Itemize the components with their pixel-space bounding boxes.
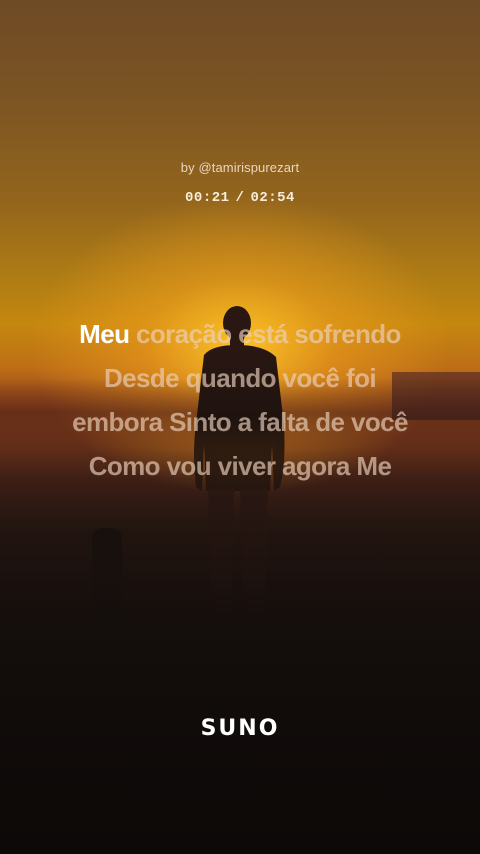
creator-credit[interactable]: by @tamirispurezart bbox=[0, 160, 480, 175]
lyric-line-1: Meu coração está sofrendo bbox=[0, 312, 480, 356]
lyrics-block: Meu coração está sofrendo Desde quando v… bbox=[0, 312, 480, 488]
time-separator: / bbox=[235, 190, 245, 206]
lyric-line-2: Desde quando você foi bbox=[103, 363, 377, 393]
lyric-line-3: embora Sinto a falta de você bbox=[72, 407, 408, 437]
playback-time: 00:21 / 02:54 bbox=[0, 190, 480, 206]
creator-handle[interactable]: @tamirispurezart bbox=[198, 160, 299, 175]
lyric-line-4: Como vou viver agora Me bbox=[88, 451, 392, 481]
suno-logo[interactable]: SUNO bbox=[0, 716, 480, 741]
post-silhouette bbox=[92, 528, 122, 688]
lyric-active-word: Meu bbox=[79, 319, 130, 349]
total-time: 02:54 bbox=[250, 190, 295, 206]
current-time: 00:21 bbox=[185, 190, 230, 206]
video-frame[interactable]: by @tamirispurezart 00:21 / 02:54 Meu cora… bbox=[0, 0, 480, 854]
lyric-line-1-rest: coração está sofrendo bbox=[135, 319, 401, 349]
credit-prefix: by bbox=[180, 160, 195, 175]
